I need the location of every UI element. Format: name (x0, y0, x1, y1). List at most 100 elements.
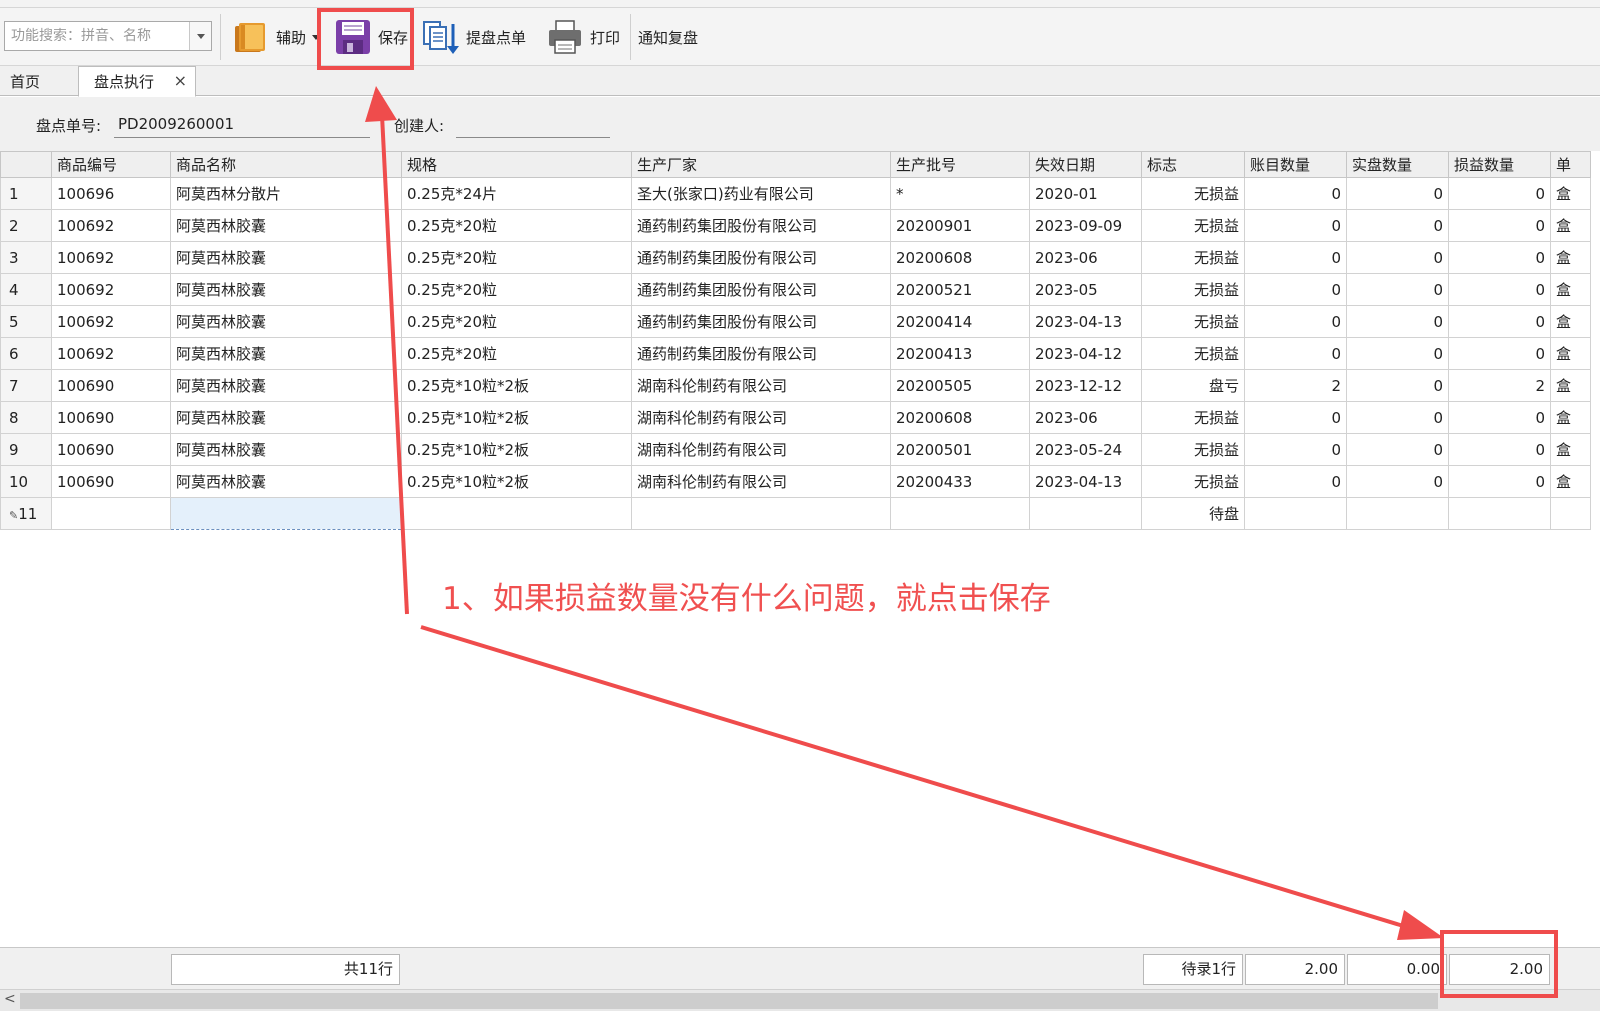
cell-diff-qty[interactable]: 0 (1448, 337, 1551, 370)
creator-field[interactable] (456, 113, 610, 138)
cell-spec[interactable]: 0.25克*24片 (401, 177, 632, 210)
cell-name[interactable]: 阿莫西林胶囊 (170, 273, 402, 306)
cell-code[interactable]: 100690 (51, 401, 171, 434)
order-number-field[interactable]: PD2009260001 (114, 113, 370, 138)
cell-code[interactable]: 100692 (51, 241, 171, 274)
cell-unit[interactable]: 盒 (1550, 401, 1591, 434)
table-row[interactable]: 10 100690 阿莫西林胶囊 0.25克*10粒*2板 湖南科伦制药有限公司 2020… (0, 465, 1591, 498)
close-icon[interactable]: × (174, 71, 187, 90)
cell-flag[interactable]: 无损益 (1141, 433, 1245, 466)
cell-expiry[interactable]: 2023-05-24 (1029, 433, 1142, 466)
cell-book-qty[interactable]: 0 (1244, 273, 1347, 306)
cell-actual-qty[interactable]: 0 (1346, 401, 1449, 434)
cell-maker[interactable]: 圣大(张家口)药业有限公司 (631, 177, 891, 210)
cell-book-qty[interactable]: 0 (1244, 241, 1347, 274)
column-header-actual-qty[interactable]: 实盘数量 (1346, 151, 1449, 178)
cell-book-qty[interactable] (1244, 497, 1347, 530)
cell-book-qty[interactable]: 0 (1244, 209, 1347, 242)
cell-batch[interactable]: 20200521 (890, 273, 1030, 306)
cell-diff-qty[interactable]: 0 (1448, 209, 1551, 242)
cell-expiry[interactable]: 2023-09-09 (1029, 209, 1142, 242)
cell-unit[interactable]: 盒 (1550, 337, 1591, 370)
cell-diff-qty[interactable] (1448, 497, 1551, 530)
column-header-flag[interactable]: 标志 (1141, 151, 1245, 178)
cell-code[interactable]: 100690 (51, 369, 171, 402)
cell-unit[interactable]: 盒 (1550, 305, 1591, 338)
table-row[interactable]: 8 100690 阿莫西林胶囊 0.25克*10粒*2板 湖南科伦制药有限公司 20200… (0, 401, 1591, 434)
tab-home[interactable]: 首页 (10, 66, 40, 96)
cell-code[interactable]: 100690 (51, 465, 171, 498)
cell-spec[interactable]: 0.25克*20粒 (401, 305, 632, 338)
column-header-expiry[interactable]: 失效日期 (1029, 151, 1142, 178)
cell-flag[interactable]: 无损益 (1141, 177, 1245, 210)
cell-actual-qty[interactable]: 0 (1346, 241, 1449, 274)
cell-unit[interactable]: 盒 (1550, 433, 1591, 466)
cell-batch[interactable]: 20200433 (890, 465, 1030, 498)
cell-maker[interactable]: 通药制药集团股份有限公司 (631, 305, 891, 338)
cell-name[interactable] (170, 497, 402, 530)
function-search-combo[interactable] (4, 21, 212, 51)
table-row[interactable]: 1 100696 阿莫西林分散片 0.25克*24片 圣大(张家口)药业有限公司 * 202… (0, 177, 1591, 210)
cell-flag[interactable]: 无损益 (1141, 305, 1245, 338)
cell-spec[interactable]: 0.25克*10粒*2板 (401, 369, 632, 402)
cell-code[interactable]: 100692 (51, 273, 171, 306)
cell-actual-qty[interactable]: 0 (1346, 209, 1449, 242)
cell-flag[interactable]: 无损益 (1141, 337, 1245, 370)
cell-actual-qty[interactable] (1346, 497, 1449, 530)
row-number[interactable]: 7 (0, 369, 52, 402)
cell-flag[interactable]: 无损益 (1141, 401, 1245, 434)
row-number[interactable]: 8 (0, 401, 52, 434)
cell-book-qty[interactable]: 0 (1244, 433, 1347, 466)
scrollbar-thumb[interactable] (20, 993, 1438, 1009)
cell-batch[interactable]: 20200901 (890, 209, 1030, 242)
cell-actual-qty[interactable]: 0 (1346, 433, 1449, 466)
table-row[interactable]: 6 100692 阿莫西林胶囊 0.25克*20粒 通药制药集团股份有限公司 202004… (0, 337, 1591, 370)
cell-unit[interactable]: 盒 (1550, 241, 1591, 274)
cell-name[interactable]: 阿莫西林胶囊 (170, 401, 402, 434)
table-row[interactable]: 3 100692 阿莫西林胶囊 0.25克*20粒 通药制药集团股份有限公司 202006… (0, 241, 1591, 274)
horizontal-scrollbar[interactable]: < (0, 989, 1600, 1011)
cell-batch[interactable]: 20200501 (890, 433, 1030, 466)
cell-diff-qty[interactable]: 0 (1448, 433, 1551, 466)
column-header-diff-qty[interactable]: 损益数量 (1448, 151, 1551, 178)
cell-code[interactable]: 100692 (51, 209, 171, 242)
cell-expiry[interactable]: 2023-04-13 (1029, 305, 1142, 338)
cell-batch[interactable]: * (890, 177, 1030, 210)
cell-spec[interactable]: 0.25克*10粒*2板 (401, 433, 632, 466)
search-dropdown-button[interactable] (189, 22, 211, 50)
cell-spec[interactable]: 0.25克*20粒 (401, 209, 632, 242)
column-header-name[interactable]: 商品名称 (170, 151, 402, 178)
cell-maker[interactable]: 湖南科伦制药有限公司 (631, 401, 891, 434)
table-row[interactable]: 5 100692 阿莫西林胶囊 0.25克*20粒 通药制药集团股份有限公司 202004… (0, 305, 1591, 338)
cell-code[interactable]: 100696 (51, 177, 171, 210)
row-number[interactable]: 5 (0, 305, 52, 338)
cell-code[interactable]: 100692 (51, 305, 171, 338)
cell-batch[interactable]: 20200414 (890, 305, 1030, 338)
cell-diff-qty[interactable]: 2 (1448, 369, 1551, 402)
column-header-code[interactable]: 商品编号 (51, 151, 171, 178)
cell-spec[interactable] (401, 497, 632, 530)
cell-spec[interactable]: 0.25克*20粒 (401, 273, 632, 306)
cell-flag[interactable]: 盘亏 (1141, 369, 1245, 402)
cell-unit[interactable] (1550, 497, 1591, 530)
cell-diff-qty[interactable]: 0 (1448, 401, 1551, 434)
cell-unit[interactable]: 盒 (1550, 273, 1591, 306)
cell-name[interactable]: 阿莫西林胶囊 (170, 433, 402, 466)
tab-stocktake-execution[interactable]: 盘点执行 × (78, 66, 196, 97)
cell-batch[interactable] (890, 497, 1030, 530)
cell-spec[interactable]: 0.25克*10粒*2板 (401, 401, 632, 434)
row-number[interactable]: 4 (0, 273, 52, 306)
cell-maker[interactable]: 通药制药集团股份有限公司 (631, 241, 891, 274)
cell-expiry[interactable]: 2020-01 (1029, 177, 1142, 210)
cell-maker[interactable]: 通药制药集团股份有限公司 (631, 337, 891, 370)
cell-actual-qty[interactable]: 0 (1346, 177, 1449, 210)
cell-maker[interactable]: 湖南科伦制药有限公司 (631, 465, 891, 498)
cell-batch[interactable]: 20200505 (890, 369, 1030, 402)
table-row[interactable]: 4 100692 阿莫西林胶囊 0.25克*20粒 通药制药集团股份有限公司 202005… (0, 273, 1591, 306)
cell-name[interactable]: 阿莫西林胶囊 (170, 465, 402, 498)
cell-actual-qty[interactable]: 0 (1346, 465, 1449, 498)
cell-spec[interactable]: 0.25克*20粒 (401, 241, 632, 274)
print-button[interactable]: 打印 (546, 18, 620, 56)
cell-expiry[interactable]: 2023-12-12 (1029, 369, 1142, 402)
cell-actual-qty[interactable]: 0 (1346, 273, 1449, 306)
